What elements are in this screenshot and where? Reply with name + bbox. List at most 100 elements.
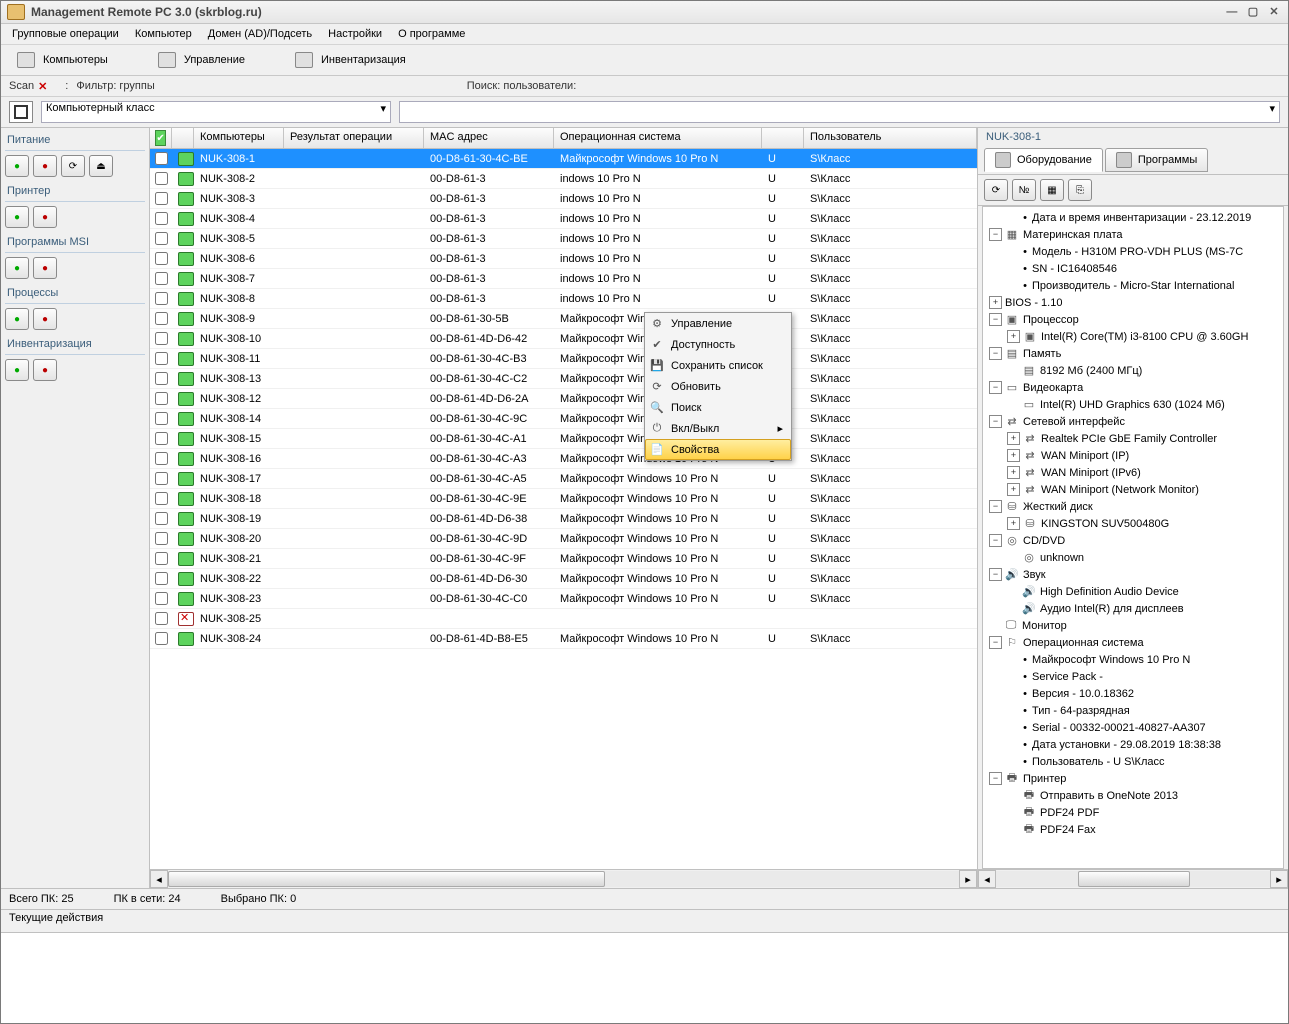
tree-node[interactable]: 🔊Аудио Intel(R) для дисплеев — [983, 600, 1283, 617]
row-checkbox[interactable] — [155, 492, 168, 505]
export-button[interactable]: ▦ — [1040, 179, 1064, 201]
tree-node[interactable]: 🔊High Definition Audio Device — [983, 583, 1283, 600]
tree-node[interactable]: −⇄Сетевой интерфейс — [983, 413, 1283, 430]
print-button[interactable]: ● — [5, 206, 29, 228]
table-row[interactable]: NUK-308-100-D8-61-30-4C-BEМайкрософт Win… — [150, 149, 977, 169]
close-button[interactable]: ✕ — [1266, 5, 1282, 19]
row-checkbox[interactable] — [155, 272, 168, 285]
details-hscroll[interactable]: ◂▸ — [978, 869, 1288, 888]
table-row[interactable]: NUK-308-1300-D8-61-30-4C-C2Майкрософт Wi… — [150, 369, 977, 389]
row-checkbox[interactable] — [155, 312, 168, 325]
tree-node[interactable]: −▭Видеокарта — [983, 379, 1283, 396]
serial-button[interactable]: № — [1012, 179, 1036, 201]
row-checkbox[interactable] — [155, 252, 168, 265]
tree-node[interactable]: •Service Pack - — [983, 668, 1283, 685]
menu-item[interactable]: Групповые операции — [5, 26, 126, 42]
lock-button[interactable]: ⏏ — [89, 155, 113, 177]
col-computers[interactable]: Компьютеры — [194, 128, 284, 148]
main-tab[interactable]: Инвентаризация — [285, 49, 416, 71]
row-checkbox[interactable] — [155, 332, 168, 345]
tree-node[interactable]: •Модель - H310M PRO-VDH PLUS (MS-7C — [983, 243, 1283, 260]
maximize-button[interactable]: ▢ — [1245, 5, 1261, 19]
context-menu-item[interactable]: 📄Свойства — [645, 439, 791, 460]
restart-button[interactable]: ⟳ — [61, 155, 85, 177]
context-menu-item[interactable]: ⟳Обновить — [645, 376, 791, 397]
table-row[interactable]: NUK-308-900-D8-61-30-5BМайкрософт Window… — [150, 309, 977, 329]
details-tab[interactable]: Оборудование — [984, 148, 1103, 172]
row-checkbox[interactable] — [155, 512, 168, 525]
tree-node[interactable]: •Serial - 00332-00021-40827-AA307 — [983, 719, 1283, 736]
details-tab[interactable]: Программы — [1105, 148, 1208, 172]
menu-item[interactable]: Настройки — [321, 26, 389, 42]
expand-icon[interactable]: + — [1007, 466, 1020, 479]
main-tab[interactable]: Управление — [148, 49, 255, 71]
tree-node[interactable]: 🖶PDF24 Fax — [983, 821, 1283, 838]
row-checkbox[interactable] — [155, 372, 168, 385]
inv-sw-button[interactable]: ● — [33, 359, 57, 381]
context-menu-item[interactable]: ✔Доступность — [645, 334, 791, 355]
collapse-icon[interactable]: − — [989, 500, 1002, 513]
collapse-icon[interactable]: − — [989, 347, 1002, 360]
uninstall-button[interactable]: ● — [33, 257, 57, 279]
row-checkbox[interactable] — [155, 432, 168, 445]
install-button[interactable]: ● — [5, 257, 29, 279]
expand-icon[interactable]: + — [1007, 330, 1020, 343]
tree-node[interactable]: −▤Память — [983, 345, 1283, 362]
collapse-icon[interactable]: − — [989, 534, 1002, 547]
table-row[interactable]: NUK-308-300-D8-61-3indows 10 Pro NUS\Кла… — [150, 189, 977, 209]
menu-item[interactable]: Компьютер — [128, 26, 199, 42]
table-row[interactable]: NUK-308-500-D8-61-3indows 10 Pro NUS\Кла… — [150, 229, 977, 249]
row-checkbox[interactable] — [155, 192, 168, 205]
search-combo[interactable]: ▾ — [399, 101, 1280, 123]
tree-node[interactable]: −▣Процессор — [983, 311, 1283, 328]
table-row[interactable]: NUK-308-2000-D8-61-30-4C-9DМайкрософт Wi… — [150, 529, 977, 549]
col-u[interactable] — [762, 128, 804, 148]
row-checkbox[interactable] — [155, 592, 168, 605]
collapse-icon[interactable]: − — [989, 381, 1002, 394]
tree-node[interactable]: −🔊Звук — [983, 566, 1283, 583]
tree-node[interactable]: −⚐Операционная система — [983, 634, 1283, 651]
row-checkbox[interactable] — [155, 412, 168, 425]
tree-node[interactable]: −⛁Жесткий диск — [983, 498, 1283, 515]
tree-node[interactable]: 🖶PDF24 PDF — [983, 804, 1283, 821]
tree-node[interactable]: ▤8192 Мб (2400 МГц) — [983, 362, 1283, 379]
table-row[interactable]: NUK-308-1800-D8-61-30-4C-9EМайкрософт Wi… — [150, 489, 977, 509]
tree-node[interactable]: +⇄WAN Miniport (IP) — [983, 447, 1283, 464]
table-row[interactable]: NUK-308-1900-D8-61-4D-D6-38Майкрософт Wi… — [150, 509, 977, 529]
collapse-icon[interactable]: − — [989, 313, 1002, 326]
row-checkbox[interactable] — [155, 352, 168, 365]
context-menu-item[interactable]: ⏻Вкл/Выкл▸ — [645, 418, 791, 439]
tree-node[interactable]: 🖶Отправить в OneNote 2013 — [983, 787, 1283, 804]
table-row[interactable]: NUK-308-1400-D8-61-30-4C-9CМайкрософт Wi… — [150, 409, 977, 429]
scan-button[interactable] — [9, 101, 33, 123]
row-checkbox[interactable] — [155, 472, 168, 485]
menu-item[interactable]: Домен (AD)/Подсеть — [201, 26, 319, 42]
tree-node[interactable]: •Дата и время инвентаризации - 23.12.201… — [983, 209, 1283, 226]
row-checkbox[interactable] — [155, 612, 168, 625]
table-row[interactable]: NUK-308-1100-D8-61-30-4C-B3Майкрософт Wi… — [150, 349, 977, 369]
context-menu-item[interactable]: 💾Сохранить список — [645, 355, 791, 376]
tree-node[interactable]: •Версия - 10.0.18362 — [983, 685, 1283, 702]
row-checkbox[interactable] — [155, 392, 168, 405]
table-row[interactable]: NUK-308-200-D8-61-3indows 10 Pro NUS\Кла… — [150, 169, 977, 189]
row-checkbox[interactable] — [155, 232, 168, 245]
expand-icon[interactable]: + — [1007, 517, 1020, 530]
tree-node[interactable]: •SN - IC16408546 — [983, 260, 1283, 277]
context-menu-item[interactable]: ⚙Управление — [645, 313, 791, 334]
tree-node[interactable]: −▦Материнская плата — [983, 226, 1283, 243]
tree-node[interactable]: •Тип - 64-разрядная — [983, 702, 1283, 719]
tree-node[interactable]: +⇄WAN Miniport (Network Monitor) — [983, 481, 1283, 498]
row-checkbox[interactable] — [155, 152, 168, 165]
scan-cancel-icon[interactable]: ✕ — [38, 80, 47, 93]
tree-node[interactable]: +⇄Realtek PCIe GbE Family Controller — [983, 430, 1283, 447]
check-all[interactable]: ✔ — [155, 130, 165, 146]
table-row[interactable]: NUK-308-1700-D8-61-30-4C-A5Майкрософт Wi… — [150, 469, 977, 489]
row-checkbox[interactable] — [155, 292, 168, 305]
minimize-button[interactable]: — — [1224, 6, 1240, 20]
power-on-button[interactable]: ● — [5, 155, 29, 177]
main-tab[interactable]: Компьютеры — [7, 49, 118, 71]
table-row[interactable]: NUK-308-2400-D8-61-4D-B8-E5Майкрософт Wi… — [150, 629, 977, 649]
expand-icon[interactable]: + — [1007, 483, 1020, 496]
tree-node[interactable]: 🖵Монитор — [983, 617, 1283, 634]
tree-node[interactable]: +▣Intel(R) Core(TM) i3-8100 CPU @ 3.60GH — [983, 328, 1283, 345]
